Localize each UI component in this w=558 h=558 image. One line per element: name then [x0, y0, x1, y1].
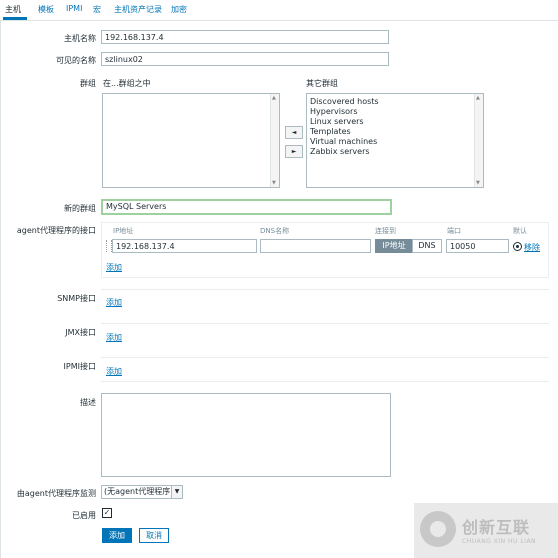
- host-name-label: 主机名称: [64, 34, 96, 43]
- tab-ipmi[interactable]: IPMI: [66, 4, 82, 13]
- watermark-subtitle: CHUANG XIN HU LIAN: [462, 538, 537, 545]
- scroll-down-icon[interactable]: ▼: [476, 180, 480, 186]
- proxy-select[interactable]: (无agent代理程序) ▼: [101, 485, 183, 499]
- move-to-other-groups-button[interactable]: ►: [285, 145, 303, 158]
- connect-ip-toggle[interactable]: IP地址: [375, 239, 413, 253]
- watermark-logo-icon: [420, 511, 456, 547]
- tab-encryption[interactable]: 加密: [171, 4, 187, 15]
- ipmi-panel-border: [101, 357, 549, 358]
- scroll-down-icon[interactable]: ▼: [272, 180, 276, 186]
- default-column-header: 默认: [513, 227, 527, 235]
- tab-inventory[interactable]: 主机资产记录: [114, 4, 162, 15]
- default-interface-radio[interactable]: [513, 242, 522, 251]
- new-group-label: 新的群组: [64, 204, 96, 213]
- host-name-input[interactable]: 192.168.137.4: [101, 30, 389, 44]
- move-to-in-groups-button[interactable]: ◄: [285, 126, 303, 139]
- group-option[interactable]: Virtual machines: [307, 137, 483, 147]
- group-option[interactable]: Linux servers: [307, 117, 483, 127]
- tab-bar: 主机 模板 IPMI 宏 主机资产记录 加密: [0, 0, 558, 21]
- add-button[interactable]: 添加: [102, 528, 132, 543]
- other-groups-scrollbar[interactable]: ▲ ▼: [474, 94, 483, 187]
- snmp-panel-border: [101, 289, 549, 290]
- agent-ip-input[interactable]: 192.168.137.4: [112, 239, 257, 253]
- connect-dns-toggle[interactable]: DNS: [412, 239, 442, 253]
- agent-dns-input[interactable]: [260, 239, 371, 253]
- active-tab-indicator: [3, 17, 27, 20]
- snmp-interface-label: SNMP接口: [57, 294, 96, 303]
- tab-templates[interactable]: 模板: [38, 4, 54, 15]
- description-label: 描述: [80, 398, 96, 407]
- jmx-panel-border: [101, 323, 549, 324]
- dns-column-header: DNS名称: [260, 227, 290, 235]
- cancel-button[interactable]: 取消: [139, 528, 169, 543]
- tab-host[interactable]: 主机: [5, 4, 21, 15]
- watermark: 创新互联 CHUANG XIN HU LIAN: [414, 503, 558, 558]
- scroll-up-icon[interactable]: ▲: [272, 95, 276, 101]
- visible-name-label: 可见的名称: [56, 56, 96, 65]
- ipmi-interface-label: IPMI接口: [63, 362, 96, 371]
- in-groups-listbox[interactable]: ▲ ▼: [102, 93, 280, 188]
- in-groups-scrollbar[interactable]: ▲ ▼: [270, 94, 279, 187]
- scroll-up-icon[interactable]: ▲: [476, 95, 480, 101]
- enabled-checkbox[interactable]: ✓: [102, 508, 112, 518]
- group-option[interactable]: Templates: [307, 127, 483, 137]
- add-agent-interface-link[interactable]: 添加: [106, 262, 122, 273]
- remove-interface-link[interactable]: 移除: [524, 242, 540, 253]
- connect-column-header: 连接到: [375, 227, 396, 235]
- other-groups-label: 其它群组: [306, 79, 338, 88]
- group-option[interactable]: Zabbix servers: [307, 147, 483, 157]
- other-groups-listbox[interactable]: Discovered hosts Hypervisors Linux serve…: [306, 93, 484, 188]
- add-snmp-interface-link[interactable]: 添加: [106, 297, 122, 308]
- tab-macros[interactable]: 宏: [93, 4, 101, 15]
- chevron-down-icon[interactable]: ▼: [171, 486, 182, 498]
- group-option[interactable]: Discovered hosts: [307, 97, 483, 107]
- new-group-input[interactable]: MySQL Servers: [101, 199, 392, 215]
- agent-port-input[interactable]: 10050: [446, 239, 509, 253]
- visible-name-input[interactable]: szlinux02: [101, 52, 389, 66]
- watermark-title: 创新互联: [462, 518, 531, 537]
- jmx-interface-label: JMX接口: [65, 328, 96, 337]
- in-groups-label: 在...群组之中: [103, 79, 151, 88]
- port-column-header: 端口: [447, 227, 461, 235]
- agent-interface-label: agent代理程序的接口: [16, 226, 96, 235]
- groups-label: 群组: [80, 79, 96, 88]
- enabled-label: 已启用: [72, 511, 96, 520]
- add-jmx-interface-link[interactable]: 添加: [106, 332, 122, 343]
- description-textarea[interactable]: [101, 393, 391, 477]
- ip-column-header: IP地址: [113, 227, 134, 235]
- add-ipmi-interface-link[interactable]: 添加: [106, 366, 122, 377]
- proxy-label: 由agent代理程序监测: [16, 489, 96, 498]
- form-frame-border: [0, 20, 1, 558]
- group-option[interactable]: Hypervisors: [307, 107, 483, 117]
- proxy-select-value: (无agent代理程序): [104, 487, 174, 496]
- ipmi-panel-bottom-border: [101, 381, 549, 382]
